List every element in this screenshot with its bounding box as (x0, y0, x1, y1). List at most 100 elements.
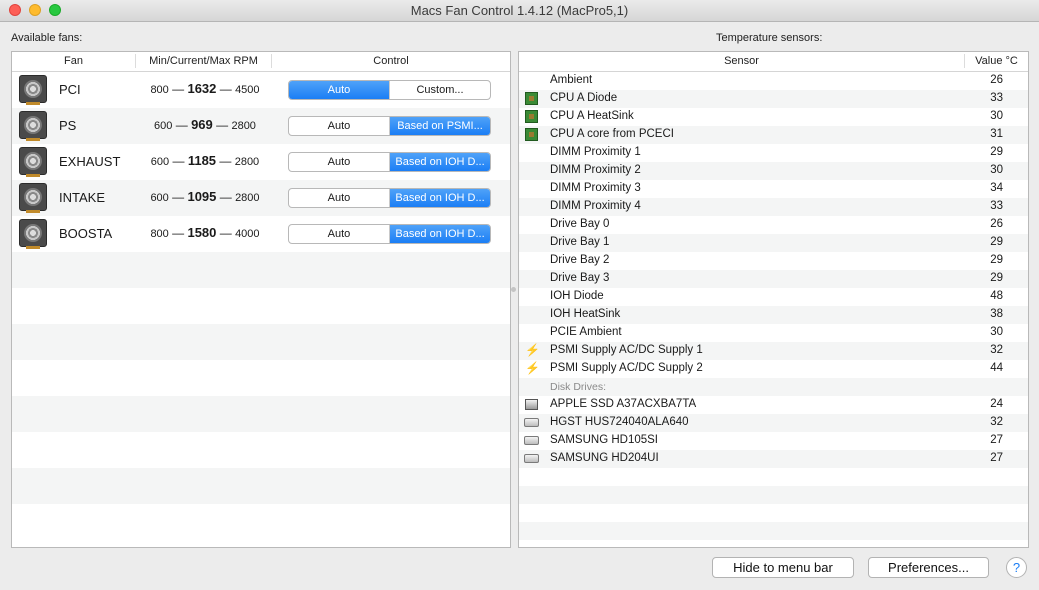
column-value[interactable]: Value °C (965, 55, 1028, 67)
empty-row (12, 360, 510, 396)
sensor-value: 30 (990, 110, 1003, 122)
sensor-name: DIMM Proximity 1 (550, 146, 641, 158)
power-bolt-icon: ⚡ (525, 343, 540, 357)
auto-button[interactable]: Auto (289, 225, 389, 243)
sensor-row[interactable]: Drive Bay 2 29 (519, 252, 1028, 270)
sensor-name: Drive Bay 0 (550, 218, 610, 230)
fan-row-intake[interactable]: INTAKE 600 — 1095 — 2800 Auto Based on I… (12, 180, 510, 216)
sensor-name: CPU A core from PCECI (550, 128, 674, 140)
sensor-group-header: Disk Drives: (519, 378, 1028, 396)
empty-row (519, 468, 1028, 486)
sensor-name: Drive Bay 3 (550, 272, 610, 284)
column-sensor[interactable]: Sensor (519, 55, 964, 67)
sensor-name: IOH HeatSink (550, 308, 621, 320)
preferences-button[interactable]: Preferences... (868, 557, 989, 578)
sensor-value: 29 (990, 236, 1003, 248)
sensor-row[interactable]: Ambient 26 (519, 72, 1028, 90)
empty-row (12, 396, 510, 432)
fan-min-rpm: 600 (154, 120, 173, 132)
fan-max-rpm: 2800 (234, 156, 260, 168)
sensor-row[interactable]: IOH Diode 48 (519, 288, 1028, 306)
sensor-based-button[interactable]: Based on IOH D... (389, 225, 490, 243)
auto-button[interactable]: Auto (289, 117, 389, 135)
sensor-name: CPU A HeatSink (550, 110, 634, 122)
sensor-based-button[interactable]: Based on IOH D... (389, 153, 490, 171)
sensor-row[interactable]: DIMM Proximity 4 33 (519, 198, 1028, 216)
custom-button[interactable]: Custom... (389, 81, 490, 99)
column-fan[interactable]: Fan (12, 55, 135, 67)
sensor-value: 34 (990, 182, 1003, 194)
sensor-name: Ambient (550, 74, 593, 86)
sensor-row[interactable]: CPU A Diode 33 (519, 90, 1028, 108)
fan-icon (19, 75, 47, 105)
fan-control-segmented: Auto Based on PSMI... (288, 116, 491, 136)
column-rpm[interactable]: Min/Current/Max RPM (136, 55, 271, 67)
help-button[interactable]: ? (1006, 557, 1027, 578)
sensor-row[interactable]: ⚡ PSMI Supply AC/DC Supply 1 32 (519, 342, 1028, 360)
hide-to-menu-bar-button[interactable]: Hide to menu bar (712, 557, 854, 578)
fans-table: Fan Min/Current/Max RPM Control PCI 800 … (11, 51, 511, 548)
cpu-chip-icon (525, 92, 538, 105)
sensor-row[interactable]: Drive Bay 1 29 (519, 234, 1028, 252)
fan-rpm: 800 — 1632 — 4500 (150, 81, 260, 96)
sensor-row[interactable]: DIMM Proximity 3 34 (519, 180, 1028, 198)
sensor-based-button[interactable]: Based on PSMI... (389, 117, 490, 135)
sensor-value: 24 (990, 398, 1003, 410)
sensor-value: 27 (990, 434, 1003, 446)
fan-min-rpm: 800 (150, 228, 169, 240)
sensor-row[interactable]: Drive Bay 3 29 (519, 270, 1028, 288)
sensor-list: Ambient 26 CPU A Diode 33 CPU A HeatSink 30 CP… (519, 72, 1028, 540)
hard-drive-icon (524, 436, 539, 445)
sensor-row[interactable]: CPU A HeatSink 30 (519, 108, 1028, 126)
fan-rpm: 600 — 1095 — 2800 (150, 189, 260, 204)
sensor-value: 33 (990, 92, 1003, 104)
fan-control-segmented: Auto Custom... (288, 80, 491, 100)
fan-row-pci[interactable]: PCI 800 — 1632 — 4500 Auto Custom... (12, 72, 510, 108)
sensor-value: 29 (990, 272, 1003, 284)
sensor-value: 30 (990, 326, 1003, 338)
hard-drive-icon (524, 454, 539, 463)
sensor-row[interactable]: SAMSUNG HD204UI 27 (519, 450, 1028, 468)
sensor-value: 38 (990, 308, 1003, 320)
sensor-row[interactable]: SAMSUNG HD105SI 27 (519, 432, 1028, 450)
fan-rpm: 600 — 1185 — 2800 (150, 153, 260, 168)
fan-row-exhaust[interactable]: EXHAUST 600 — 1185 — 2800 Auto Based on … (12, 144, 510, 180)
fan-row-ps[interactable]: PS 600 — 969 — 2800 Auto Based on PSMI..… (12, 108, 510, 144)
group-label: Disk Drives: (550, 381, 607, 393)
sensor-row[interactable]: DIMM Proximity 1 29 (519, 144, 1028, 162)
sensor-based-button[interactable]: Based on IOH D... (389, 189, 490, 207)
sensor-row[interactable]: APPLE SSD A37ACXBA7TA 24 (519, 396, 1028, 414)
fan-name: BOOSTA (59, 226, 113, 241)
fan-max-rpm: 2800 (235, 192, 260, 204)
sensor-name: Drive Bay 1 (550, 236, 610, 248)
sensor-row[interactable]: Drive Bay 0 26 (519, 216, 1028, 234)
empty-row (12, 432, 510, 468)
sensor-row[interactable]: HGST HUS724040ALA640 32 (519, 414, 1028, 432)
sensor-value: 32 (990, 344, 1003, 356)
split-view-divider-handle[interactable] (511, 287, 516, 292)
sensor-name: PCIE Ambient (550, 326, 622, 338)
sensor-name: SAMSUNG HD204UI (550, 452, 659, 464)
fan-max-rpm: 4000 (235, 228, 260, 240)
column-control[interactable]: Control (272, 55, 510, 67)
sensor-row[interactable]: PCIE Ambient 30 (519, 324, 1028, 342)
sensor-row[interactable]: DIMM Proximity 2 30 (519, 162, 1028, 180)
sensor-name: PSMI Supply AC/DC Supply 2 (550, 362, 703, 374)
auto-button[interactable]: Auto (289, 81, 389, 99)
empty-row (12, 468, 510, 504)
ssd-icon (525, 399, 538, 410)
sensor-value: 48 (990, 290, 1003, 302)
sensor-row[interactable]: IOH HeatSink 38 (519, 306, 1028, 324)
fan-list: PCI 800 — 1632 — 4500 Auto Custom... PS … (12, 72, 510, 540)
sensor-row[interactable]: CPU A core from PCECI 31 (519, 126, 1028, 144)
fan-row-boosta[interactable]: BOOSTA 800 — 1580 — 4000 Auto Based on I… (12, 216, 510, 252)
sensor-row[interactable]: ⚡ PSMI Supply AC/DC Supply 2 44 (519, 360, 1028, 378)
fan-max-rpm: 4500 (235, 84, 260, 96)
temperature-sensors-label: Temperature sensors: (716, 32, 823, 44)
fan-icon (19, 147, 47, 177)
auto-button[interactable]: Auto (289, 153, 389, 171)
fan-min-rpm: 600 (150, 156, 170, 168)
auto-button[interactable]: Auto (289, 189, 389, 207)
fan-rpm: 800 — 1580 — 4000 (150, 225, 260, 240)
sensor-name: DIMM Proximity 3 (550, 182, 641, 194)
